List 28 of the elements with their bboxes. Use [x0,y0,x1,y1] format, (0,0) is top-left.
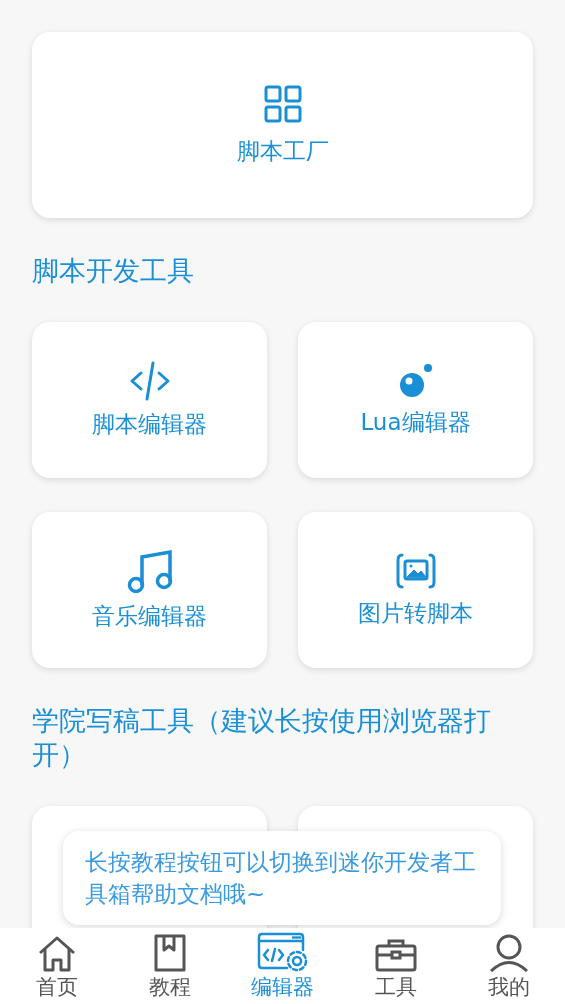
person-icon [488,934,529,972]
nav-tab[interactable]: 我的 [458,928,559,1004]
section-title: 学院写稿工具（建议长按使用浏览器打开） [32,704,492,772]
nav-tab[interactable]: 编辑器 [232,928,333,1004]
card-label: 图片转脚本 [358,598,473,628]
nav-tab[interactable]: 教程 [119,928,220,1004]
tool-card[interactable]: 图片转脚本 [298,512,533,668]
code-icon [128,360,171,401]
tool-card[interactable]: Lua编辑器 [298,322,533,478]
card-label: Lua编辑器 [360,407,471,437]
planet-icon [397,362,434,399]
music-note-icon [125,548,174,593]
grid-icon [262,83,303,124]
tool-card[interactable]: 音乐编辑器 [32,512,267,668]
card-label: 脚本工厂 [236,136,329,166]
home-icon [36,936,77,972]
hint-toast: 长按教程按钮可以切换到迷你开发者工具箱帮助文档哦~ [63,831,501,925]
bookmark-book-icon [153,934,186,972]
card-label: 音乐编辑器 [92,601,207,631]
code-window-gear-icon [256,932,309,972]
card-label: 脚本编辑器 [92,409,207,439]
nav-tab[interactable]: 工具 [345,928,446,1004]
script-factory-card[interactable]: 脚本工厂 [32,32,533,218]
nav-tab[interactable]: 首页 [6,928,107,1004]
image-icon [395,551,436,590]
section-title: 脚本开发工具 [32,254,195,288]
tool-card[interactable]: 脚本编辑器 [32,322,267,478]
toolbox-icon [374,938,417,972]
